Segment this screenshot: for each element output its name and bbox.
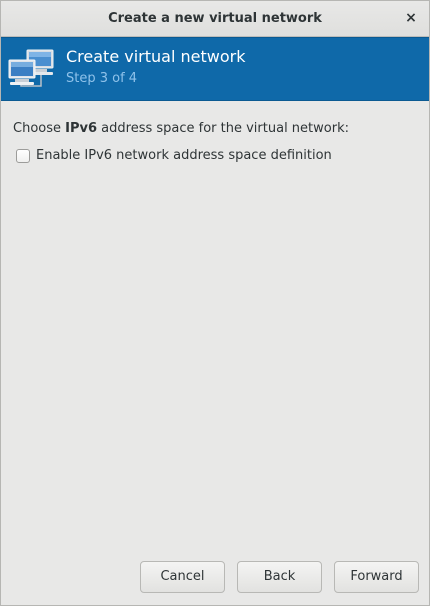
window-title: Create a new virtual network: [108, 11, 322, 26]
ipv6-prompt: Choose IPv6 address space for the virtua…: [13, 121, 419, 136]
prompt-prefix: Choose: [13, 121, 66, 136]
network-computers-icon: [8, 49, 54, 87]
forward-button[interactable]: Forward: [334, 561, 419, 593]
content-area: Choose IPv6 address space for the virtua…: [13, 121, 419, 163]
enable-ipv6-label[interactable]: Enable IPv6 network address space defini…: [36, 148, 332, 163]
dialog-window: Create a new virtual network × Create vi…: [0, 0, 430, 606]
cancel-button[interactable]: Cancel: [140, 561, 225, 593]
enable-ipv6-checkbox[interactable]: [16, 148, 30, 163]
titlebar[interactable]: Create a new virtual network ×: [1, 1, 429, 37]
wizard-header: Create virtual network Step 3 of 4: [1, 37, 429, 101]
back-button[interactable]: Back: [237, 561, 322, 593]
close-icon[interactable]: ×: [403, 10, 419, 26]
wizard-step: Step 3 of 4: [66, 71, 138, 86]
prompt-suffix: address space for the virtual network:: [97, 121, 349, 136]
wizard-title: Create virtual network: [66, 47, 246, 66]
enable-ipv6-row[interactable]: Enable IPv6 network address space defini…: [16, 148, 332, 163]
prompt-bold: IPv6: [65, 121, 98, 136]
